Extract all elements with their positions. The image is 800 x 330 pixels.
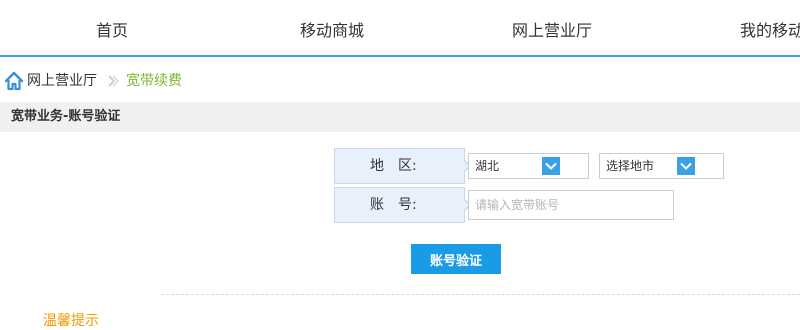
home-icon[interactable] [4,71,24,91]
account-label-text: 账 号: [370,197,417,213]
nav-item-online-hall[interactable]: 网上营业厅 [512,20,592,42]
double-chevron-right-icon [108,75,120,87]
nav-item-mobile-mall[interactable]: 移动商城 [300,20,364,42]
nav-item-my-mobile[interactable]: 我的移动 [740,20,800,42]
section-title: 宽带业务-账号验证 [11,109,121,124]
tips-title: 温馨提示 [43,313,99,329]
region-label: 地 区: [334,148,471,184]
account-label: 账 号: [334,187,471,223]
nav-item-home[interactable]: 首页 [96,20,128,42]
chevron-down-icon[interactable] [677,157,695,175]
province-select-value: 湖北 [475,159,500,173]
city-select[interactable]: 选择地市 [599,153,724,179]
chevron-down-icon[interactable] [542,157,560,175]
breadcrumb-current: 宽带续费 [126,73,182,89]
breadcrumb-home-link[interactable]: 网上营业厅 [27,72,97,90]
city-select-value: 选择地市 [606,159,655,173]
section-header: 宽带业务-账号验证 [0,102,800,132]
top-navigation: 首页 移动商城 网上营业厅 我的移动 [0,0,800,57]
verify-account-button[interactable]: 账号验证 [411,244,501,274]
broadband-account-input[interactable] [468,190,674,220]
region-label-text: 地 区: [370,158,417,174]
dashed-divider [161,294,800,295]
province-select[interactable]: 湖北 [468,153,589,179]
breadcrumb: 网上营业厅 宽带续费 [0,70,400,92]
